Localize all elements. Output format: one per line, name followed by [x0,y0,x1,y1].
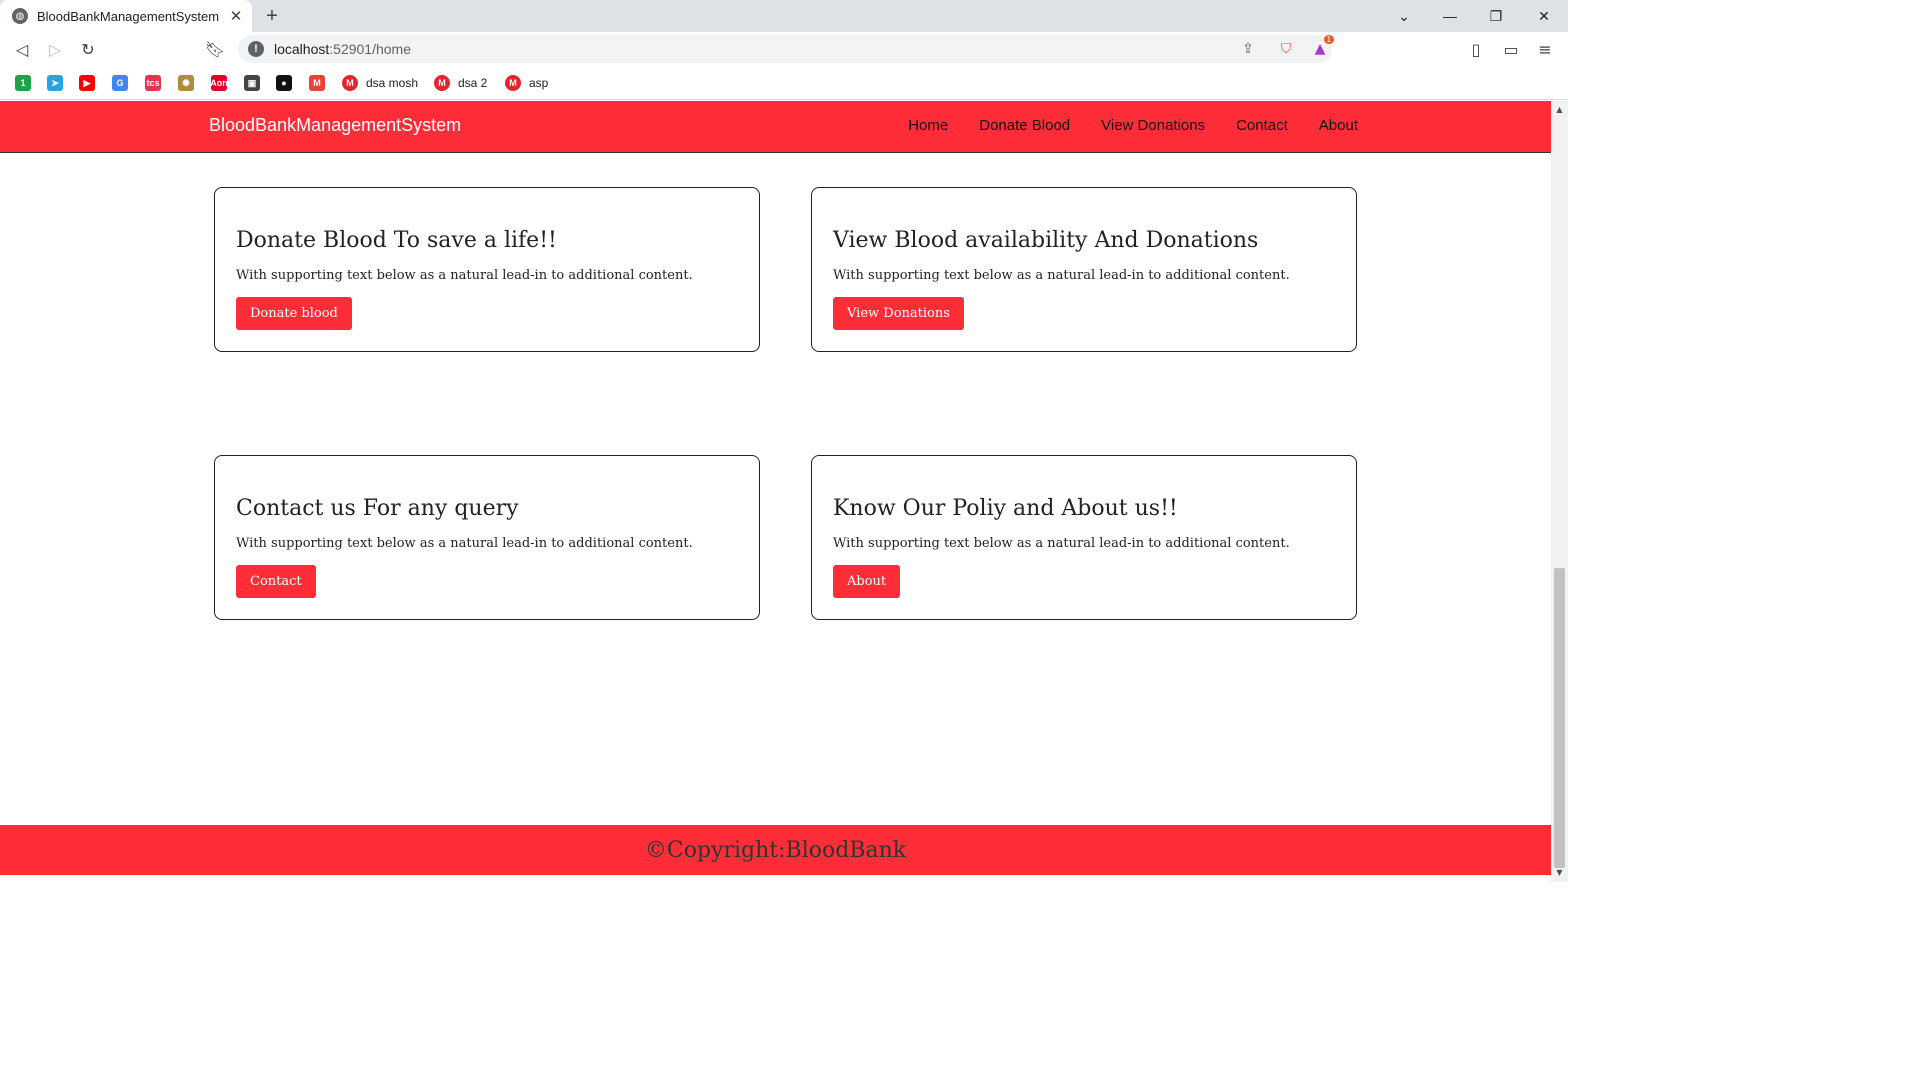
scroll-down-icon[interactable]: ▼ [1555,868,1564,877]
youtube-icon: ▶ [79,75,95,91]
bookmark-gmail[interactable]: M [309,74,325,92]
bookmark-emblem[interactable]: ✺ [178,74,194,92]
bookmark-contact-card[interactable]: ▣ [244,74,260,92]
tab-strip: ◍ BloodBankManagementSystem ✕ + ⌄ — ❐ ✕ [0,0,1568,32]
card-title: View Blood availability And Donations [833,228,1259,253]
number-one-icon: 1 [15,75,31,91]
url-host: localhost [274,41,330,57]
contact-button[interactable]: Contact [236,565,316,598]
bookmark-icon[interactable]: 🔖︎ [203,37,227,61]
restore-button[interactable]: ❐ [1473,0,1519,32]
address-bar[interactable]: ! localhost:52901/home ⇪ ⛉ ▲ 1 [238,35,1334,63]
google-icon: G [112,75,128,91]
tab-title: BloodBankManagementSystem [37,8,220,24]
nav-link-home[interactable]: Home [908,117,948,134]
card-title: Contact us For any query [236,496,519,521]
bookmark-github[interactable]: ● [276,74,292,92]
aon-icon: Aon [210,75,228,91]
back-icon[interactable]: ◁ [10,37,34,61]
mosh-icon: M [342,75,358,91]
tcs-icon: tcs [145,75,161,91]
card-view-donations: View Blood availability And Donations Wi… [811,187,1357,352]
bookmark-telegram[interactable]: ➤ [47,74,63,92]
share-icon[interactable]: ⇪ [1236,37,1260,61]
close-window-button[interactable]: ✕ [1521,0,1567,32]
bookmark-label: dsa 2 [458,76,488,90]
site-info-icon[interactable]: ! [248,41,264,57]
rewards-badge: 1 [1323,35,1334,44]
card-title: Donate Blood To save a life!! [236,228,557,253]
contact-card-icon: ▣ [244,75,260,91]
donate-blood-button[interactable]: Donate blood [236,297,352,330]
sidebar-icon[interactable]: ▯ [1464,37,1488,61]
brave-rewards-icon[interactable]: ▲ 1 [1308,35,1334,61]
browser-toolbar: ◁ ▷ ↻ 🔖︎ ! localhost:52901/home ⇪ ⛉ ▲ 1 ▯… [0,32,1568,66]
browser-tab[interactable]: ◍ BloodBankManagementSystem ✕ [0,0,252,32]
bookmark-aon[interactable]: Aon [210,74,228,92]
gmail-icon: M [309,75,325,91]
view-donations-button[interactable]: View Donations [833,297,964,330]
nav-link-contact[interactable]: Contact [1236,117,1288,134]
url-path: :52901/home [329,41,411,57]
card-contact: Contact us For any query With supporting… [214,455,760,620]
forward-icon[interactable]: ▷ [43,37,67,61]
card-about: Know Our Poliy and About us!! With suppo… [811,455,1357,620]
mosh-icon: M [434,75,450,91]
card-donate: Donate Blood To save a life!! With suppo… [214,187,760,352]
bookmark-label: dsa mosh [366,76,419,90]
bookmark-tcs[interactable]: tcs [145,74,161,92]
bookmark-asp[interactable]: Masp [505,74,548,92]
scroll-up-icon[interactable]: ▲ [1555,105,1564,114]
tab-search-icon[interactable]: ⌄ [1381,0,1427,32]
card-title: Know Our Poliy and About us!! [833,496,1178,521]
brave-shields-icon[interactable]: ⛉ [1274,37,1298,61]
bookmarks-bar: 1 ➤ ▶ Gtcs ✺ Aon ▣ ● M Mdsa mosh Mdsa 2 Masp [0,66,1568,100]
about-button[interactable]: About [833,565,901,598]
new-tab-button[interactable]: + [260,4,284,28]
reload-icon[interactable]: ↻ [76,37,100,61]
nav-link-donate-blood[interactable]: Donate Blood [979,117,1070,134]
nav-link-about[interactable]: About [1319,117,1358,134]
minimize-button[interactable]: — [1427,0,1473,32]
bookmark-dsa-2[interactable]: Mdsa 2 [434,74,487,92]
page-scrollbar[interactable]: ▲ ▼ [1551,101,1568,882]
menu-icon[interactable]: ≡ [1533,37,1557,61]
nav-links: Home Donate Blood View Donations Contact… [877,117,1358,134]
github-icon: ● [276,75,292,91]
nav-link-view-donations[interactable]: View Donations [1101,117,1205,134]
card-text: With supporting text below as a natural … [833,268,1290,283]
emblem-icon: ✺ [178,75,194,91]
site-brand[interactable]: BloodBankManagementSystem [209,115,461,136]
wallet-icon[interactable]: ▭ [1499,37,1523,61]
site-navbar: BloodBankManagementSystem Home Donate Bl… [0,101,1551,153]
close-tab-icon[interactable]: ✕ [226,6,246,26]
mosh-icon: M [505,75,521,91]
telegram-icon: ➤ [47,75,63,91]
site-footer: ©Copyright:BloodBank [0,825,1551,875]
bookmark-youtube[interactable]: ▶ [79,74,95,92]
url-text[interactable]: localhost:52901/home [274,41,1236,57]
bookmark-label: asp [529,76,549,90]
page-viewport: BloodBankManagementSystem Home Donate Bl… [0,101,1551,882]
copyright-text: ©Copyright:BloodBank [644,837,907,863]
card-text: With supporting text below as a natural … [833,536,1290,551]
scrollbar-thumb[interactable] [1554,568,1565,868]
bookmark-number-one[interactable]: 1 [15,74,31,92]
bookmark-google[interactable]: G [112,74,128,92]
card-text: With supporting text below as a natural … [236,268,693,283]
card-text: With supporting text below as a natural … [236,536,693,551]
globe-icon: ◍ [12,8,28,24]
bookmark-dsa-mosh[interactable]: Mdsa mosh [342,74,418,92]
